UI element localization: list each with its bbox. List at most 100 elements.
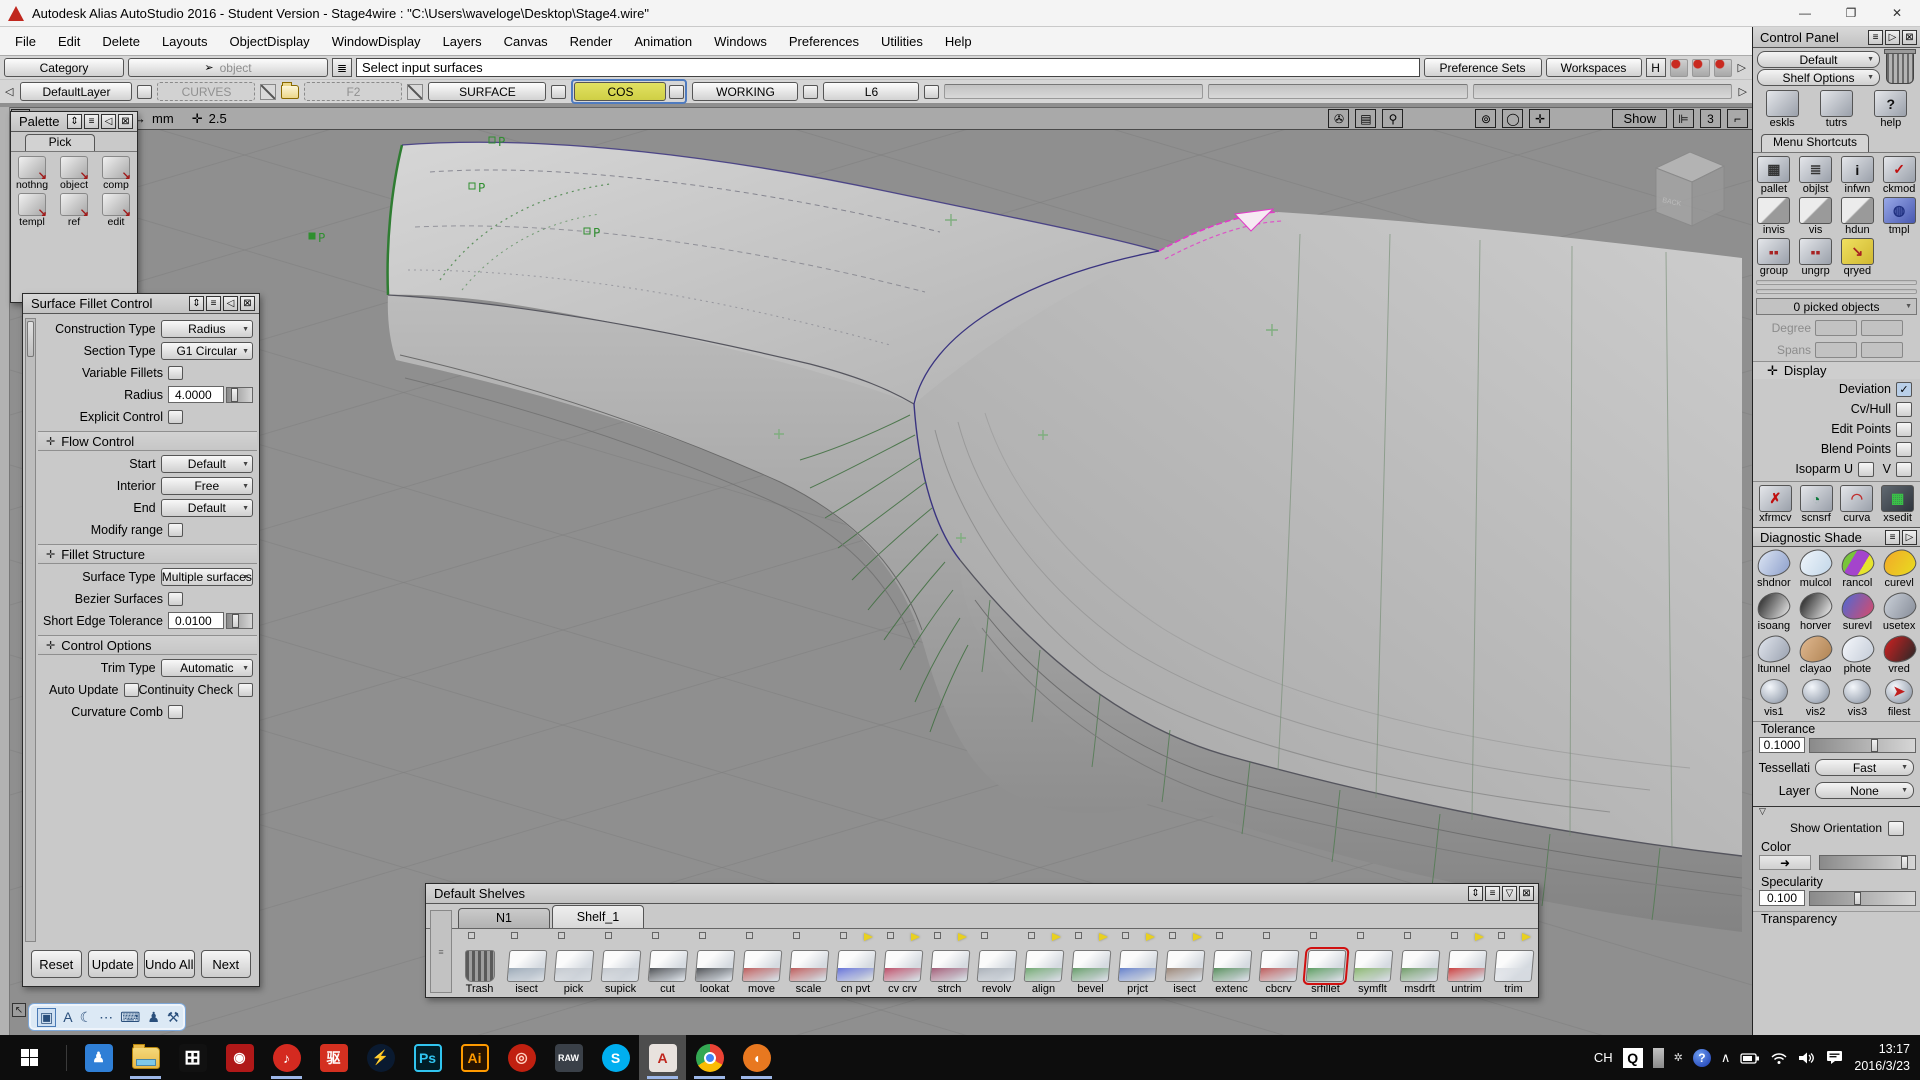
option-box-icon[interactable]: [605, 932, 612, 939]
update-button[interactable]: Update: [88, 950, 139, 978]
tolerance-slider[interactable]: [1809, 738, 1916, 753]
menu-windows[interactable]: Windows: [703, 27, 778, 55]
shelf-item-revolv[interactable]: revolv: [973, 932, 1020, 995]
shelf-item-strch[interactable]: strch: [926, 932, 973, 995]
layer-dropdown[interactable]: None▼: [1815, 782, 1914, 799]
layer-bar-empty-3[interactable]: [1473, 84, 1732, 99]
option-box-icon[interactable]: [1028, 932, 1035, 939]
prompt-line[interactable]: Select input surfaces: [356, 58, 1420, 77]
shelves-resize-icon[interactable]: ⇕: [1468, 886, 1483, 901]
cp-item-clayao[interactable]: clayao: [1795, 634, 1837, 675]
menu-animation[interactable]: Animation: [623, 27, 703, 55]
end-dropdown[interactable]: Default▼: [161, 499, 253, 517]
battery-icon[interactable]: [1740, 1051, 1760, 1065]
cvhull-checkbox[interactable]: [1896, 402, 1912, 417]
continuity-check-checkbox[interactable]: [238, 683, 253, 697]
magnifier-icon[interactable]: ▣: [37, 1008, 56, 1027]
ruler-icon[interactable]: ⊫: [1673, 109, 1694, 128]
toolbar-expand-right-icon[interactable]: ▷: [1736, 61, 1748, 74]
taskbar-app-contacts-app[interactable]: ♟: [75, 1035, 122, 1080]
palette-item-edit[interactable]: edit: [95, 193, 137, 228]
fillet-resize-icon[interactable]: ⇕: [189, 296, 204, 311]
maximize-button[interactable]: ❐: [1828, 0, 1874, 27]
slider-thumb[interactable]: [1871, 739, 1878, 752]
modify-range-checkbox[interactable]: [168, 523, 183, 537]
hidden-icons-chevron[interactable]: ∧: [1721, 1050, 1731, 1066]
taskbar-app-alias[interactable]: A: [639, 1035, 686, 1080]
notification-icon[interactable]: [1826, 1050, 1844, 1065]
menu-preferences[interactable]: Preferences: [778, 27, 870, 55]
shelf-set-dropdown[interactable]: Default▼: [1757, 51, 1880, 68]
radius-field[interactable]: 4.0000: [168, 386, 224, 403]
cp-item-objlst[interactable]: ≣objlst: [1795, 156, 1837, 195]
next-button[interactable]: Next: [201, 950, 252, 978]
layer-symmetry-icon[interactable]: [260, 84, 276, 100]
cp-item-infwn[interactable]: iinfwn: [1837, 156, 1879, 195]
palette-titlebar[interactable]: Palette ⇕ ≡ ◁ ⊠: [11, 112, 137, 132]
volume-icon[interactable]: [1798, 1051, 1816, 1065]
option-box-icon[interactable]: [1310, 932, 1317, 939]
shelf-options-dropdown[interactable]: Shelf Options▼: [1757, 69, 1880, 86]
shelf-item-pick[interactable]: pick: [550, 932, 597, 995]
option-box-icon[interactable]: [1169, 932, 1176, 939]
specularity-slider[interactable]: [1809, 891, 1916, 906]
shelf-item-cn-pvt[interactable]: cn pvt: [832, 932, 879, 995]
isoparmu-checkbox[interactable]: [1858, 462, 1874, 477]
cp-item-shdnor[interactable]: shdnor: [1753, 548, 1795, 589]
construction-type-dropdown[interactable]: Radius▼: [161, 320, 253, 338]
taskbar-app-orange-browser[interactable]: ◖: [733, 1035, 780, 1080]
shelves-close-icon[interactable]: ⊠: [1519, 886, 1534, 901]
editpoints-checkbox[interactable]: [1896, 422, 1912, 437]
show-button[interactable]: Show: [1612, 109, 1667, 128]
palette-item-comp[interactable]: comp: [95, 156, 137, 191]
shelf-item-cbcrv[interactable]: cbcrv: [1255, 932, 1302, 995]
shelf-trash-icon[interactable]: [1886, 52, 1914, 84]
cp-item-isoang[interactable]: isoang: [1753, 591, 1795, 632]
shelf-item-srfillet[interactable]: srfillet: [1302, 932, 1349, 995]
shelf-item-move[interactable]: move: [738, 932, 785, 995]
ime-icon[interactable]: Q: [1623, 1048, 1643, 1068]
layer-scroll-right-icon[interactable]: ▷: [1737, 85, 1749, 98]
control-panel-menu-icon[interactable]: ≡: [1868, 30, 1883, 45]
working-layer-button[interactable]: WORKING: [692, 82, 798, 101]
fillet-scrollbar[interactable]: [25, 318, 36, 942]
menu-file[interactable]: File: [4, 27, 47, 55]
taskbar-app-chrome[interactable]: [686, 1035, 733, 1080]
option-box-icon[interactable]: [1122, 932, 1129, 939]
close-button[interactable]: ✕: [1874, 0, 1920, 27]
snap-grid-icon[interactable]: [1670, 59, 1688, 77]
tolerance-field[interactable]: 0.1000: [1759, 737, 1805, 753]
shelf-item-bevel[interactable]: bevel: [1067, 932, 1114, 995]
cp-item-curva[interactable]: ◠curva: [1840, 485, 1873, 524]
diagnostic-shade-titlebar[interactable]: Diagnostic Shade≡▷: [1753, 527, 1920, 547]
cp-item-qryed[interactable]: ↘qryed: [1837, 238, 1879, 277]
control-panel-titlebar[interactable]: Control Panel ≡ ▷ ⊠: [1753, 27, 1920, 48]
shelf-item-scale[interactable]: scale: [785, 932, 832, 995]
slider-thumb[interactable]: [1901, 856, 1908, 869]
shelf-item-extenc[interactable]: extenc: [1208, 932, 1255, 995]
curves-layer-button[interactable]: CURVES: [157, 82, 255, 101]
degree-field-1[interactable]: [1815, 320, 1857, 336]
shelf-item-align[interactable]: align: [1020, 932, 1067, 995]
cp-item-curevl[interactable]: curevl: [1878, 548, 1920, 589]
palette-item-ref[interactable]: ref: [53, 193, 95, 228]
surface-type-dropdown[interactable]: Multiple surfaces▼: [161, 568, 253, 586]
menu-objectdisplay[interactable]: ObjectDisplay: [218, 27, 320, 55]
l6-layer-toggle[interactable]: [924, 85, 939, 99]
shelves-menu-icon[interactable]: ≡: [1485, 886, 1500, 901]
shelves-titlebar[interactable]: Default Shelves ⇕ ≡ ▽ ⊠: [426, 884, 1538, 904]
start-button[interactable]: [0, 1035, 58, 1080]
section-flow-control[interactable]: ✛Flow Control: [38, 431, 257, 451]
color-slider[interactable]: [1819, 855, 1916, 870]
option-box-icon[interactable]: [1451, 932, 1458, 939]
cp-item-mulcol[interactable]: mulcol: [1795, 548, 1837, 589]
taskbar-app-photoshop[interactable]: Ps: [404, 1035, 451, 1080]
menu-help[interactable]: Help: [934, 27, 983, 55]
explicit-control-checkbox[interactable]: [168, 410, 183, 424]
tessellation-dropdown[interactable]: Fast▼: [1815, 759, 1914, 776]
shelf-item-lookat[interactable]: lookat: [691, 932, 738, 995]
shelf-item-Trash[interactable]: Trash: [456, 932, 503, 995]
option-box-icon[interactable]: [1263, 932, 1270, 939]
blendpoints-checkbox[interactable]: [1896, 442, 1912, 457]
cp-item-filest[interactable]: ➤filest: [1878, 677, 1920, 718]
